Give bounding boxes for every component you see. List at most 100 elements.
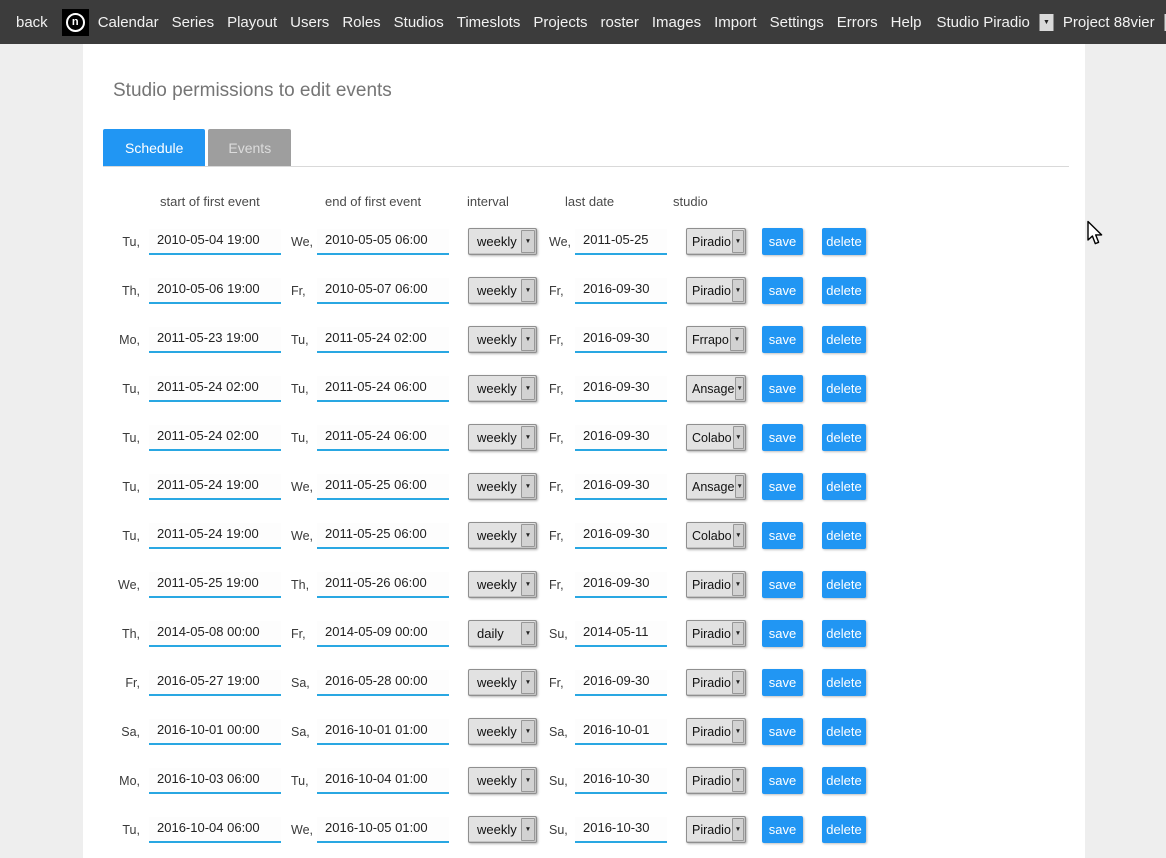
studio-select[interactable]: Piradio ▼	[686, 767, 746, 794]
nav-item-roster[interactable]: roster	[601, 14, 639, 31]
interval-select[interactable]: weekly ▼	[468, 522, 537, 549]
project-nav-select[interactable]: Project 88vier ▼	[1054, 14, 1166, 31]
piradio-logo-icon[interactable]: n	[62, 9, 89, 36]
delete-button[interactable]: delete	[822, 669, 866, 696]
delete-button[interactable]: delete	[822, 375, 866, 402]
start-input[interactable]	[149, 278, 281, 304]
save-button[interactable]: save	[762, 424, 803, 451]
nav-item-errors[interactable]: Errors	[837, 14, 878, 31]
start-input[interactable]	[149, 670, 281, 696]
studio-select[interactable]: Colabo ▼	[686, 424, 746, 451]
nav-item-timeslots[interactable]: Timeslots	[457, 14, 521, 31]
start-input[interactable]	[149, 719, 281, 745]
back-link[interactable]: back	[0, 14, 62, 31]
studio-select[interactable]: Piradio ▼	[686, 718, 746, 745]
last-date-input[interactable]	[575, 327, 667, 353]
last-date-input[interactable]	[575, 278, 667, 304]
studio-select[interactable]: Ansage ▼	[686, 473, 746, 500]
delete-button[interactable]: delete	[822, 326, 866, 353]
delete-button[interactable]: delete	[822, 767, 866, 794]
end-input[interactable]	[317, 817, 449, 843]
start-input[interactable]	[149, 572, 281, 598]
end-input[interactable]	[317, 278, 449, 304]
start-input[interactable]	[149, 229, 281, 255]
delete-button[interactable]: delete	[822, 473, 866, 500]
last-date-input[interactable]	[575, 768, 667, 794]
end-input[interactable]	[317, 621, 449, 647]
save-button[interactable]: save	[762, 571, 803, 598]
studio-select[interactable]: Colabo ▼	[686, 522, 746, 549]
last-date-input[interactable]	[575, 670, 667, 696]
save-button[interactable]: save	[762, 767, 803, 794]
save-button[interactable]: save	[762, 816, 803, 843]
end-input[interactable]	[317, 229, 449, 255]
studio-select[interactable]: Piradio ▼	[686, 228, 746, 255]
nav-item-help[interactable]: Help	[891, 14, 922, 31]
interval-select[interactable]: weekly ▼	[468, 767, 537, 794]
studio-select[interactable]: Piradio ▼	[686, 669, 746, 696]
save-button[interactable]: save	[762, 473, 803, 500]
start-input[interactable]	[149, 327, 281, 353]
last-date-input[interactable]	[575, 229, 667, 255]
last-date-input[interactable]	[575, 621, 667, 647]
interval-select[interactable]: weekly ▼	[468, 277, 537, 304]
save-button[interactable]: save	[762, 669, 803, 696]
start-input[interactable]	[149, 768, 281, 794]
nav-item-roles[interactable]: Roles	[342, 14, 380, 31]
last-date-input[interactable]	[575, 572, 667, 598]
nav-item-projects[interactable]: Projects	[533, 14, 587, 31]
delete-button[interactable]: delete	[822, 571, 866, 598]
interval-select[interactable]: weekly ▼	[468, 375, 537, 402]
interval-select[interactable]: weekly ▼	[468, 669, 537, 696]
interval-select[interactable]: weekly ▼	[468, 473, 537, 500]
start-input[interactable]	[149, 425, 281, 451]
save-button[interactable]: save	[762, 522, 803, 549]
last-date-input[interactable]	[575, 523, 667, 549]
last-date-input[interactable]	[575, 376, 667, 402]
interval-select[interactable]: daily ▼	[468, 620, 537, 647]
end-input[interactable]	[317, 572, 449, 598]
last-date-input[interactable]	[575, 425, 667, 451]
start-input[interactable]	[149, 817, 281, 843]
studio-select[interactable]: Piradio ▼	[686, 620, 746, 647]
delete-button[interactable]: delete	[822, 816, 866, 843]
last-date-input[interactable]	[575, 719, 667, 745]
end-input[interactable]	[317, 719, 449, 745]
studio-select[interactable]: Ansage ▼	[686, 375, 746, 402]
start-input[interactable]	[149, 376, 281, 402]
interval-select[interactable]: weekly ▼	[468, 424, 537, 451]
nav-item-import[interactable]: Import	[714, 14, 757, 31]
save-button[interactable]: save	[762, 620, 803, 647]
interval-select[interactable]: weekly ▼	[468, 816, 537, 843]
end-input[interactable]	[317, 523, 449, 549]
start-input[interactable]	[149, 621, 281, 647]
last-date-input[interactable]	[575, 817, 667, 843]
studio-select[interactable]: Piradio ▼	[686, 571, 746, 598]
delete-button[interactable]: delete	[822, 522, 866, 549]
nav-item-images[interactable]: Images	[652, 14, 701, 31]
delete-button[interactable]: delete	[822, 424, 866, 451]
delete-button[interactable]: delete	[822, 620, 866, 647]
interval-select[interactable]: weekly ▼	[468, 326, 537, 353]
save-button[interactable]: save	[762, 277, 803, 304]
nav-item-calendar[interactable]: Calendar	[98, 14, 159, 31]
end-input[interactable]	[317, 327, 449, 353]
end-input[interactable]	[317, 670, 449, 696]
delete-button[interactable]: delete	[822, 228, 866, 255]
interval-select[interactable]: weekly ▼	[468, 228, 537, 255]
start-input[interactable]	[149, 523, 281, 549]
tab-schedule[interactable]: Schedule	[103, 129, 205, 166]
end-input[interactable]	[317, 768, 449, 794]
studio-select[interactable]: Frrapo ▼	[686, 326, 746, 353]
nav-item-series[interactable]: Series	[172, 14, 215, 31]
save-button[interactable]: save	[762, 718, 803, 745]
nav-item-users[interactable]: Users	[290, 14, 329, 31]
interval-select[interactable]: weekly ▼	[468, 718, 537, 745]
nav-item-studios[interactable]: Studios	[394, 14, 444, 31]
tab-events[interactable]: Events	[208, 129, 291, 166]
delete-button[interactable]: delete	[822, 277, 866, 304]
studio-select[interactable]: Piradio ▼	[686, 277, 746, 304]
last-date-input[interactable]	[575, 474, 667, 500]
studio-select[interactable]: Piradio ▼	[686, 816, 746, 843]
interval-select[interactable]: weekly ▼	[468, 571, 537, 598]
